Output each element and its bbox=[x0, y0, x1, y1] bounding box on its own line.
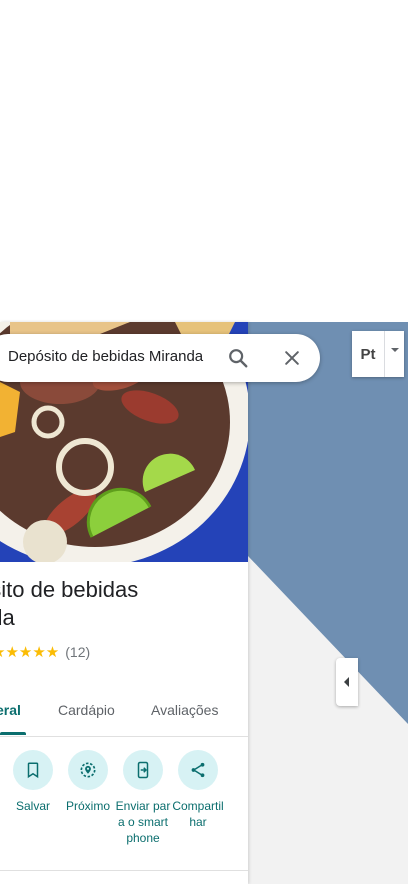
place-title: ósito de bebidas nda bbox=[0, 576, 238, 632]
nearby-button[interactable]: Próximo bbox=[60, 750, 116, 814]
blank-top-area bbox=[0, 0, 408, 322]
tab-overview[interactable]: eral bbox=[0, 702, 21, 718]
send-to-phone-circle bbox=[123, 750, 163, 790]
nearby-icon bbox=[80, 762, 96, 778]
share-icon bbox=[191, 762, 205, 778]
rating-row[interactable]: ★★★★★ (12) bbox=[0, 642, 90, 662]
chevron-down-icon bbox=[390, 348, 399, 352]
rating-stars: ★★★★★ bbox=[0, 644, 60, 661]
chevron-left-icon bbox=[344, 677, 349, 687]
place-panel: ósito de bebidas nda ★★★★★ (12) eral Car… bbox=[0, 322, 248, 884]
share-button-circle bbox=[178, 750, 218, 790]
search-box[interactable]: Depósito de bebidas Miranda bbox=[0, 334, 320, 382]
layer-dropdown[interactable] bbox=[385, 331, 404, 377]
map-land-shape bbox=[248, 556, 408, 884]
divider bbox=[0, 870, 248, 871]
share-button[interactable]: Compartilhar bbox=[170, 750, 226, 830]
search-input[interactable]: Depósito de bebidas Miranda bbox=[8, 334, 203, 382]
send-to-phone-icon bbox=[137, 761, 149, 779]
search-icon bbox=[229, 349, 248, 368]
bookmark-icon bbox=[27, 762, 39, 779]
place-title-line2: nda bbox=[0, 605, 15, 630]
place-tabs: eral Cardápio Avaliações bbox=[0, 692, 248, 737]
save-label: Salvar bbox=[15, 799, 50, 813]
close-icon bbox=[285, 351, 299, 365]
collapse-panel-button[interactable] bbox=[336, 658, 358, 706]
share-label: Compartilhar bbox=[172, 799, 224, 829]
send-to-phone-button[interactable]: Enviar para o smartphone bbox=[115, 750, 171, 846]
action-buttons: Salvar Próximo Enviar para o smartphone bbox=[0, 750, 248, 860]
review-count: (12) bbox=[65, 644, 91, 660]
tab-menu[interactable]: Cardápio bbox=[58, 702, 115, 718]
search-button[interactable] bbox=[222, 342, 254, 374]
active-tab-indicator bbox=[0, 732, 26, 735]
layer-label: Pt bbox=[360, 345, 376, 363]
clear-search-button[interactable] bbox=[276, 342, 308, 374]
nearby-label: Próximo bbox=[65, 799, 110, 813]
place-title-line1: ósito de bebidas bbox=[0, 577, 139, 602]
language-layer-button[interactable]: Pt bbox=[352, 331, 404, 377]
send-to-phone-label: Enviar para o smartphone bbox=[115, 799, 171, 845]
map-view[interactable] bbox=[248, 322, 408, 884]
save-button[interactable]: Salvar bbox=[5, 750, 61, 814]
save-button-circle bbox=[13, 750, 53, 790]
nearby-button-circle bbox=[68, 750, 108, 790]
tab-reviews[interactable]: Avaliações bbox=[151, 702, 218, 718]
